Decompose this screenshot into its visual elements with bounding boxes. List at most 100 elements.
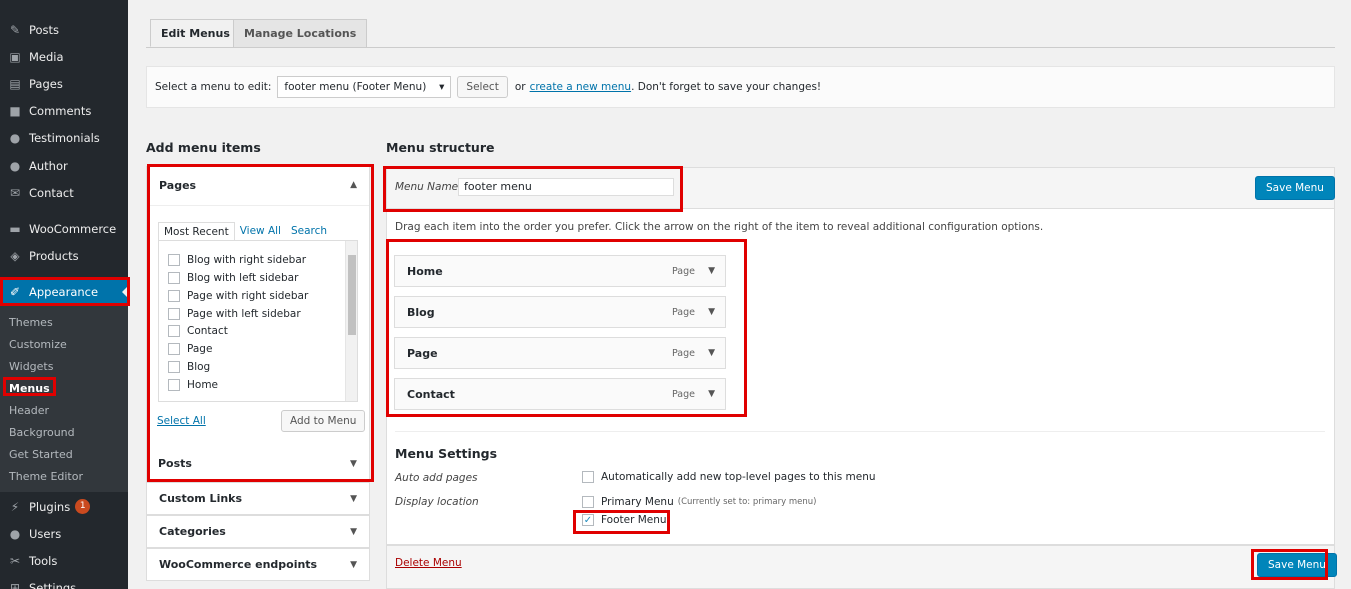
- sidebar-item-comments[interactable]: ■ Comments: [0, 97, 128, 124]
- tabs-divider: [146, 47, 1335, 48]
- checkbox[interactable]: [168, 272, 180, 284]
- delete-menu-link[interactable]: Delete Menu: [395, 557, 462, 569]
- update-count-badge: 1: [75, 499, 91, 514]
- divider: [395, 431, 1325, 432]
- list-item[interactable]: Blog with right sidebar: [168, 254, 306, 266]
- settings-icon: ⊞: [9, 580, 21, 589]
- checkbox[interactable]: [168, 308, 180, 320]
- mail-icon: ✉: [9, 185, 21, 200]
- sidebar-item-media[interactable]: ▣ Media: [0, 43, 128, 70]
- posts-panel-title[interactable]: Posts: [158, 457, 192, 470]
- pin-icon: ✎: [9, 22, 21, 37]
- chevron-down-icon[interactable]: ▼: [708, 389, 715, 399]
- checkbox[interactable]: [168, 254, 180, 266]
- footer-menu-checkbox[interactable]: ✓: [582, 514, 594, 526]
- list-item[interactable]: Page with right sidebar: [168, 290, 308, 302]
- menu-item-home[interactable]: Home Page ▼: [394, 255, 726, 287]
- primary-menu-option[interactable]: Primary Menu (Currently set to: primary m…: [582, 496, 816, 508]
- save-menu-button-top[interactable]: Save Menu: [1255, 176, 1335, 200]
- menu-item-contact[interactable]: Contact Page ▼: [394, 378, 726, 410]
- save-menu-button[interactable]: Save Menu: [1257, 553, 1337, 577]
- submenu-customize[interactable]: Customize: [9, 338, 67, 351]
- sidebar-item-testimonials[interactable]: ● Testimonials: [0, 124, 128, 151]
- checkbox[interactable]: [168, 361, 180, 373]
- checkbox[interactable]: [168, 325, 180, 337]
- select-button[interactable]: Select: [457, 76, 508, 98]
- submenu-widgets[interactable]: Widgets: [9, 360, 53, 373]
- sidebar-item-posts[interactable]: ✎ Posts: [0, 16, 128, 43]
- sidebar-item-woocommerce[interactable]: ▬ WooCommerce: [0, 215, 128, 242]
- create-menu-link[interactable]: create a new menu: [530, 81, 631, 93]
- user-icon: ●: [9, 158, 21, 173]
- tab-manage-locations[interactable]: Manage Locations: [233, 19, 368, 47]
- submenu-menus[interactable]: Menus: [9, 382, 50, 395]
- scrollbar-thumb[interactable]: [348, 255, 356, 335]
- menu-structure-title: Menu structure: [386, 140, 495, 155]
- sidebar-item-users[interactable]: ● Users: [0, 520, 128, 547]
- sidebar-item-pages[interactable]: ▤ Pages: [0, 70, 128, 97]
- box-icon: ◈: [10, 248, 20, 263]
- primary-menu-checkbox[interactable]: [582, 496, 594, 508]
- submenu-get-started[interactable]: Get Started: [9, 448, 73, 461]
- sidebar-item-contact[interactable]: ✉ Contact: [0, 179, 128, 206]
- admin-sidebar: ✎ Posts ▣ Media ▤ Pages ■ Comments ● Testimon…: [0, 0, 128, 589]
- woocommerce-endpoints-panel[interactable]: WooCommerce endpoints ▼: [146, 548, 370, 581]
- tab-edit-menus[interactable]: Edit Menus: [150, 19, 241, 47]
- footer-menu-option[interactable]: ✓ Footer Menu: [582, 514, 667, 526]
- wrench-icon: ✂: [9, 553, 21, 568]
- scrollbar[interactable]: [345, 241, 357, 401]
- sidebar-item-author[interactable]: ● Author: [0, 152, 128, 179]
- menu-name-input[interactable]: footer menu: [458, 178, 674, 196]
- chevron-down-icon: ▼: [350, 560, 357, 570]
- chevron-up-icon[interactable]: ▲: [350, 180, 357, 190]
- auto-add-label: Auto add pages: [395, 472, 478, 484]
- chevron-down-icon[interactable]: ▼: [708, 348, 715, 358]
- user-icon: ●: [9, 526, 21, 541]
- menu-item-page[interactable]: Page Page ▼: [394, 337, 726, 369]
- plug-icon: ⚡: [10, 499, 20, 514]
- menu-select[interactable]: footer menu (Footer Menu) ▾: [277, 76, 452, 98]
- list-item[interactable]: Page with left sidebar: [168, 308, 301, 320]
- user-icon: ●: [9, 130, 21, 145]
- sidebar-item-products[interactable]: ◈ Products: [0, 242, 128, 269]
- chevron-down-icon[interactable]: ▼: [708, 307, 715, 317]
- list-item[interactable]: Contact: [168, 325, 228, 337]
- menu-name-label: Menu Name: [395, 181, 459, 193]
- auto-add-option[interactable]: Automatically add new top-level pages to…: [582, 471, 876, 483]
- comments-icon: ■: [9, 103, 21, 118]
- chevron-down-icon[interactable]: ▼: [708, 266, 715, 276]
- submenu-theme-editor[interactable]: Theme Editor: [9, 470, 83, 483]
- sidebar-item-tools[interactable]: ✂ Tools: [0, 547, 128, 574]
- chevron-down-icon: ▼: [350, 527, 357, 537]
- submenu-header[interactable]: Header: [9, 404, 49, 417]
- menu-settings-title: Menu Settings: [395, 446, 498, 461]
- list-item[interactable]: Blog with left sidebar: [168, 272, 298, 284]
- menu-item-blog[interactable]: Blog Page ▼: [394, 296, 726, 328]
- sidebar-item-settings[interactable]: ⊞ Settings: [0, 574, 128, 589]
- custom-links-panel[interactable]: Custom Links ▼: [146, 482, 370, 515]
- list-item[interactable]: Page: [168, 343, 212, 355]
- list-item[interactable]: Home: [168, 379, 218, 391]
- checkbox[interactable]: [168, 290, 180, 302]
- sidebar-item-plugins[interactable]: ⚡ Plugins 1: [0, 493, 128, 520]
- pages-panel-title[interactable]: Pages: [159, 179, 196, 192]
- categories-panel[interactable]: Categories ▼: [146, 515, 370, 548]
- auto-add-checkbox[interactable]: [582, 471, 594, 483]
- list-item[interactable]: Blog: [168, 361, 210, 373]
- submenu-background[interactable]: Background: [9, 426, 75, 439]
- tab-most-recent[interactable]: Most Recent: [158, 222, 235, 242]
- chevron-down-icon: ▾: [439, 81, 445, 93]
- tab-view-all[interactable]: View All: [235, 222, 286, 242]
- add-to-menu-button[interactable]: Add to Menu: [281, 410, 366, 432]
- sidebar-item-appearance[interactable]: ✐ Appearance: [0, 278, 128, 305]
- display-location-label: Display location: [395, 496, 479, 508]
- appearance-submenu: Themes Customize Widgets Menus Header Ba…: [0, 304, 128, 492]
- chevron-down-icon: ▼: [350, 494, 357, 504]
- tab-search[interactable]: Search: [286, 222, 332, 242]
- checkbox[interactable]: [168, 343, 180, 355]
- select-all-link[interactable]: Select All: [157, 415, 206, 427]
- brush-icon: ✐: [9, 284, 21, 299]
- submenu-themes[interactable]: Themes: [9, 316, 53, 329]
- pages-tabs: Most Recent View All Search: [158, 222, 332, 242]
- checkbox[interactable]: [168, 379, 180, 391]
